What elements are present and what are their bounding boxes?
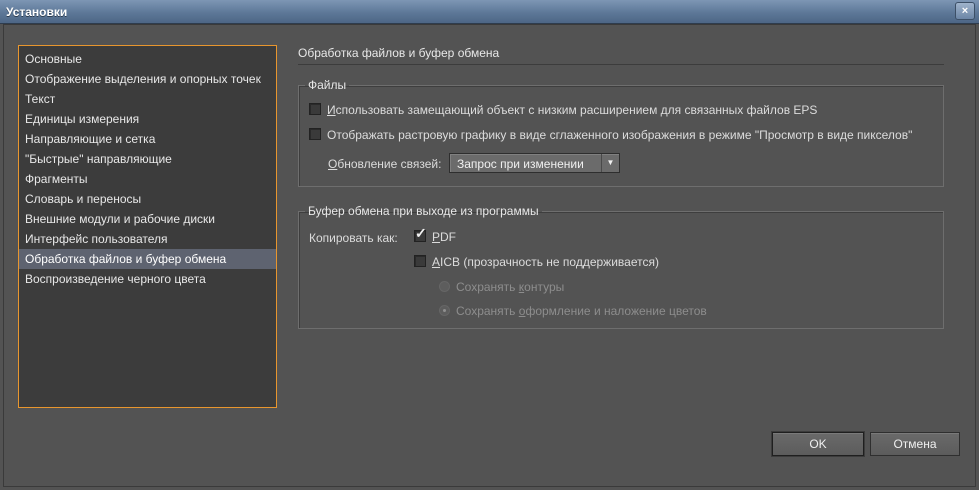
pdf-mnemonic: P [432, 230, 441, 244]
sidebar-item-smart-guides[interactable]: "Быстрые" направляющие [19, 149, 276, 169]
sidebar-item-type[interactable]: Текст [19, 89, 276, 109]
close-icon[interactable]: × [955, 2, 975, 20]
aicb-option[interactable]: AICB (прозрачность не поддерживается) [414, 255, 659, 269]
pixel-preview-option[interactable]: Отображать растровую графику в виде сгла… [309, 128, 912, 142]
low-res-proxy-option[interactable]: Использовать замещающий объект с низким … [309, 103, 817, 117]
preserve-paths-option[interactable]: Сохранять контуры [439, 280, 564, 294]
section-title: Обработка файлов и буфер обмена [298, 46, 944, 65]
sidebar-item-general[interactable]: Основные [19, 49, 276, 69]
window-title: Установки [6, 5, 68, 19]
sidebar-item-units[interactable]: Единицы измерения [19, 109, 276, 129]
low-res-proxy-checkbox[interactable] [309, 103, 321, 115]
preserve-paths-label: онтуры [524, 280, 565, 294]
low-res-proxy-mnemonic: И [327, 103, 336, 117]
sidebar-item-hyphenation[interactable]: Словарь и переносы [19, 189, 276, 209]
preserve-appearance-option[interactable]: Сохранять оформление и наложение цветов [439, 304, 707, 318]
aicb-label: ICB (прозрачность не поддерживается) [440, 255, 659, 269]
pixel-preview-label: Отображать растровую графику в виде сгла… [327, 128, 913, 142]
aicb-mnemonic: A [432, 255, 441, 269]
sidebar-item-file-handling-clipboard[interactable]: Обработка файлов и буфер обмена [19, 249, 276, 269]
ok-button[interactable]: OK [771, 431, 865, 457]
preserve-appearance-label: формление и наложение цветов [525, 304, 707, 318]
aicb-checkbox[interactable] [414, 255, 426, 267]
sidebar-item-selection-anchor-display[interactable]: Отображение выделения и опорных точек [19, 69, 276, 89]
preserve-paths-label-prefix: Сохранять [456, 280, 519, 294]
chevron-down-icon: ▼ [601, 154, 619, 172]
pdf-checkbox[interactable] [414, 226, 427, 242]
pdf-option[interactable]: PDF [414, 226, 457, 244]
sidebar-item-user-interface[interactable]: Интерфейс пользователя [19, 229, 276, 249]
sidebar-item-plugins-scratch-disks[interactable]: Внешние модули и рабочие диски [19, 209, 276, 229]
update-links-label: Обновление связей: [328, 157, 441, 171]
sidebar-item-slices[interactable]: Фрагменты [19, 169, 276, 189]
update-links-value: Запрос при изменении [457, 157, 584, 171]
preserve-appearance-label-prefix: Сохранять [456, 304, 519, 318]
clipboard-group-legend: Буфер обмена при выходе из программы [308, 204, 539, 218]
update-links-dropdown[interactable]: Запрос при изменении ▼ [449, 153, 620, 173]
title-bar: Установки × [0, 0, 979, 24]
sidebar-item-guides-grid[interactable]: Направляющие и сетка [19, 129, 276, 149]
pdf-label: DF [440, 230, 457, 244]
preserve-paths-radio[interactable] [439, 281, 450, 292]
update-links-mnemonic: О [328, 157, 338, 171]
preferences-category-list: Основные Отображение выделения и опорных… [18, 45, 277, 408]
cancel-button[interactable]: Отмена [870, 432, 960, 456]
copy-as-label: Копировать как: [309, 231, 398, 245]
update-links-label-text: бновление связей: [337, 157, 442, 171]
low-res-proxy-label: спользовать замещающий объект с низким р… [335, 103, 818, 117]
preserve-appearance-radio[interactable] [439, 305, 450, 316]
sidebar-item-black-appearance[interactable]: Воспроизведение черного цвета [19, 269, 276, 289]
divider [298, 64, 944, 65]
pixel-preview-checkbox[interactable] [309, 128, 321, 140]
files-group-legend: Файлы [308, 78, 347, 92]
